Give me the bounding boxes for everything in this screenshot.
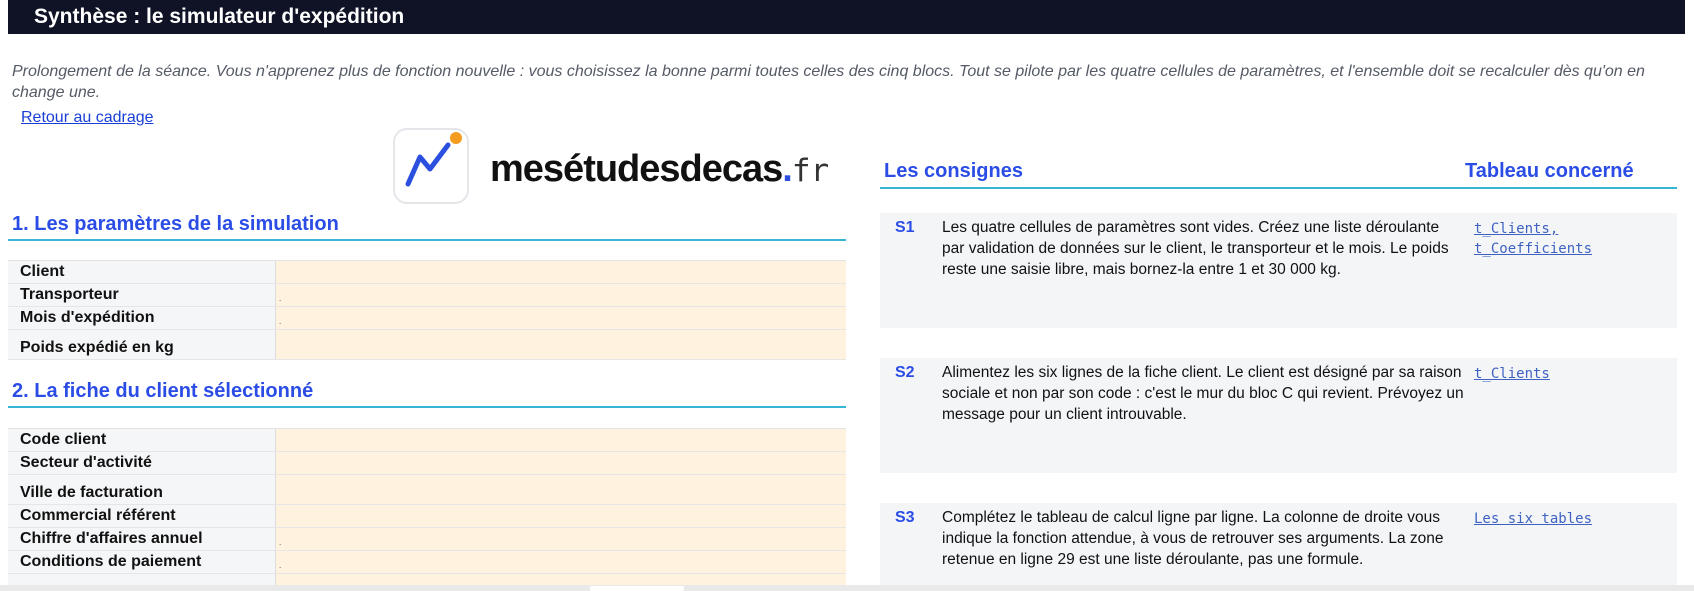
parameters-table: Client Transporteur . Mois d'expédition … xyxy=(8,260,846,360)
param-label: Transporteur xyxy=(8,284,276,306)
table-concerned-heading: Tableau concerné xyxy=(1465,160,1634,182)
transporteur-input[interactable]: . xyxy=(276,284,846,306)
param-label: Commercial référent xyxy=(8,505,276,527)
step-s2: S2 Alimentez les six lignes de la fiche … xyxy=(880,358,1677,473)
step-id: S2 xyxy=(895,364,915,381)
param-row-client: Client xyxy=(8,261,846,284)
param-label: Poids expédié en kg xyxy=(8,330,276,359)
section-client-title: 2. La fiche du client sélectionné xyxy=(8,380,846,408)
mois-input[interactable]: . xyxy=(276,307,846,329)
client-row-ville: Ville de facturation xyxy=(8,475,846,505)
commercial-cell[interactable] xyxy=(276,505,846,527)
client-card-table: Code client Secteur d'activité Ville de … xyxy=(8,428,846,591)
table-ref-link[interactable]: Les six tables xyxy=(1474,509,1674,529)
param-row-transporteur: Transporteur . xyxy=(8,284,846,307)
param-label: Client xyxy=(8,261,276,283)
table-ref-link[interactable]: t_Clients, xyxy=(1474,219,1674,239)
logo-tld: fr xyxy=(791,153,830,189)
consignes-heading: Les consignes xyxy=(884,160,1023,182)
step-s3: S3 Complétez le tableau de calcul ligne … xyxy=(880,503,1677,591)
table-ref-link[interactable]: t_Coefficients xyxy=(1474,239,1674,259)
logo-wordmark: mesétudesdecas.fr xyxy=(490,148,829,191)
step-s1: S1 Les quatre cellules de paramètres son… xyxy=(880,213,1677,328)
param-label: Conditions de paiement xyxy=(8,551,276,573)
table-ref-link[interactable]: t_Clients xyxy=(1474,364,1674,384)
step-refs: Les six tables xyxy=(1474,509,1674,529)
section-parameters-heading: 1. Les paramètres de la simulation xyxy=(12,213,339,235)
logo-mark xyxy=(393,128,469,204)
secteur-cell[interactable] xyxy=(276,452,846,474)
step-text: Les quatre cellules de paramètres sont v… xyxy=(942,219,1449,278)
scrollbar-thumb[interactable] xyxy=(590,586,684,591)
client-row-ca: Chiffre d'affaires annuel . xyxy=(8,528,846,551)
title-banner: Synthèse : le simulateur d'expédition xyxy=(8,0,1685,34)
param-row-poids: Poids expédié en kg xyxy=(8,330,846,360)
logo-dot: . xyxy=(782,148,793,190)
client-input[interactable] xyxy=(276,261,846,283)
step-id: S1 xyxy=(895,219,915,236)
intro-text: Prolongement de la séance. Vous n'appren… xyxy=(12,63,1645,101)
back-link[interactable]: Retour au cadrage xyxy=(21,109,154,127)
chart-trend-icon xyxy=(405,132,462,187)
client-row-commercial: Commercial référent xyxy=(8,505,846,528)
ville-cell[interactable] xyxy=(276,475,846,504)
conditions-cell[interactable]: . xyxy=(276,551,846,573)
client-row-code: Code client xyxy=(8,429,846,452)
poids-input[interactable] xyxy=(276,330,846,359)
param-label: Mois d'expédition xyxy=(8,307,276,329)
ca-cell[interactable]: . xyxy=(276,528,846,550)
page-title: Synthèse : le simulateur d'expédition xyxy=(34,5,405,28)
step-text: Alimentez les six lignes de la fiche cli… xyxy=(942,364,1464,423)
section-client-heading: 2. La fiche du client sélectionné xyxy=(12,380,314,402)
section-parameters-title: 1. Les paramètres de la simulation xyxy=(8,213,846,241)
step-refs: t_Clients, t_Coefficients xyxy=(1474,219,1674,259)
step-text: Complétez le tableau de calcul ligne par… xyxy=(942,509,1444,568)
param-row-mois: Mois d'expédition . xyxy=(8,307,846,330)
spreadsheet-sheet: Synthèse : le simulateur d'expédition Pr… xyxy=(0,0,1694,591)
step-id: S3 xyxy=(895,509,915,526)
param-label: Code client xyxy=(8,429,276,451)
param-label: Ville de facturation xyxy=(8,475,276,504)
client-row-conditions: Conditions de paiement . xyxy=(8,551,846,574)
horizontal-scrollbar[interactable] xyxy=(0,585,1694,591)
param-label: Chiffre d'affaires annuel xyxy=(8,528,276,550)
step-refs: t_Clients xyxy=(1474,364,1674,384)
client-row-secteur: Secteur d'activité xyxy=(8,452,846,475)
logo-brand: mesétudesdecas xyxy=(490,148,783,190)
code-client-cell[interactable] xyxy=(276,429,846,451)
consignes-header: Les consignes Tableau concerné xyxy=(880,160,1677,189)
param-label: Secteur d'activité xyxy=(8,452,276,474)
